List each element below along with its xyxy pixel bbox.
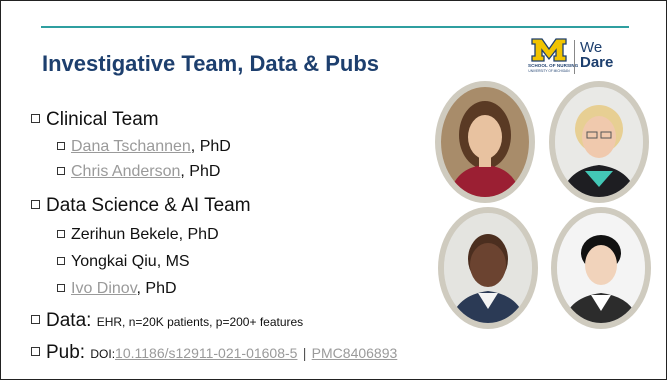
list-item: Dana Tschannen, PhD: [57, 138, 231, 156]
checkbox-bullet-icon: [31, 315, 40, 325]
checkbox-bullet-icon: [57, 283, 65, 292]
checkbox-bullet-icon: [31, 347, 40, 357]
checkbox-bullet-icon: [31, 200, 40, 210]
member-link-ivo-dinov[interactable]: Ivo Dinov: [71, 280, 137, 297]
photo-dana-tschannen: [435, 81, 535, 203]
list-item: Zerihun Bekele, PhD: [57, 226, 219, 244]
portrait-image: [555, 87, 643, 197]
photo-chris-anderson: [549, 81, 649, 203]
data-line: Data: EHR, n=20K patients, p=200+ featur…: [31, 310, 303, 332]
photo-yongkai-qiu: [551, 207, 651, 329]
logo-school-text: SCHOOL OF NURSING: [528, 63, 579, 68]
school-of-nursing-logo: SCHOOL OF NURSING UNIVERSITY OF MICHIGAN…: [528, 38, 633, 76]
logo-divider: [574, 40, 575, 74]
list-item: Chris Anderson, PhD: [57, 163, 220, 181]
doi-label: DOI:: [90, 347, 116, 361]
pub-separator: |: [302, 345, 307, 361]
top-accent-rule: [41, 26, 629, 28]
list-item: Ivo Dinov, PhD: [57, 280, 177, 298]
checkbox-bullet-icon: [57, 141, 65, 150]
data-science-team-heading: Data Science & AI Team: [31, 195, 251, 217]
checkbox-bullet-icon: [57, 166, 65, 175]
portrait-image: [557, 213, 645, 323]
logo-university-text: UNIVERSITY OF MICHIGAN: [528, 69, 570, 73]
clinical-team-heading: Clinical Team: [31, 109, 159, 131]
slide-title: Investigative Team, Data & Pubs: [42, 51, 380, 76]
member-link-dana-tschannen[interactable]: Dana Tschannen: [71, 138, 191, 155]
slide: Investigative Team, Data & Pubs SCHOOL O…: [0, 0, 667, 380]
portrait-image: [441, 87, 529, 197]
data-detail: EHR, n=20K patients, p=200+ features: [96, 315, 304, 329]
list-item: Yongkai Qiu, MS: [57, 253, 190, 271]
checkbox-bullet-icon: [57, 256, 65, 265]
member-link-chris-anderson[interactable]: Chris Anderson: [71, 163, 180, 180]
block-m-logo: SCHOOL OF NURSING UNIVERSITY OF MICHIGAN: [528, 38, 579, 74]
pmc-link[interactable]: PMC8406893: [312, 345, 398, 361]
logo-dare-text: Dare: [580, 54, 614, 71]
pub-line: Pub: DOI:10.1186/s12911-021-01608-5 | PM…: [31, 342, 397, 364]
doi-link[interactable]: 10.1186/s12911-021-01608-5: [115, 345, 297, 361]
logo-we-text: We: [580, 39, 603, 56]
checkbox-bullet-icon: [57, 229, 65, 238]
block-m-icon: [531, 38, 567, 62]
portrait-image: [444, 213, 532, 323]
photo-zerihun-bekele: [438, 207, 538, 329]
checkbox-bullet-icon: [31, 114, 40, 124]
